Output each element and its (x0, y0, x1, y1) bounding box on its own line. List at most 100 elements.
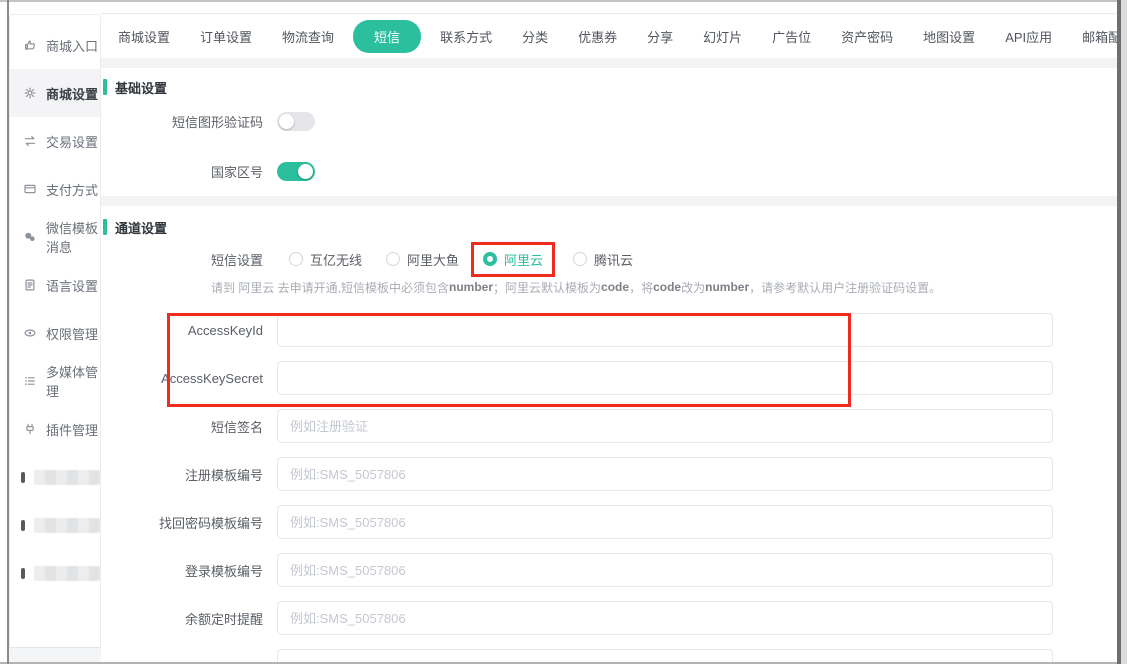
access-key-id-input[interactable] (277, 313, 1053, 347)
sidebar-item-label: 交易设置 (46, 132, 98, 151)
radio-aliyun[interactable]: 阿里云 (471, 242, 555, 277)
sidebar-item-label: 微信模板消息 (46, 218, 100, 256)
language-doc-icon (23, 278, 37, 292)
radio-option-label: 互亿无线 (310, 250, 362, 269)
tab-8[interactable]: 幻灯片 (688, 20, 757, 53)
tab-9[interactable]: 广告位 (757, 20, 826, 53)
sidebar-item-1[interactable]: 商城设置 (10, 69, 100, 117)
field-row-1: AccessKeySecret (101, 354, 1127, 402)
field-label: 短信签名 (101, 417, 277, 436)
tab-11[interactable]: 地图设置 (908, 20, 990, 53)
field-row-4: 找回密码模板编号 (101, 498, 1127, 546)
field-row-6: 余额定时提醒 (101, 594, 1127, 642)
radio-circle (573, 252, 587, 266)
radio-circle (483, 252, 497, 266)
field-row-3: 注册模板编号 (101, 450, 1127, 498)
sidebar-item-3[interactable]: 支付方式 (10, 165, 100, 213)
window-border-left (7, 0, 9, 664)
field-row-5: 登录模板编号 (101, 546, 1127, 594)
sms-image-captcha-toggle[interactable] (277, 112, 315, 131)
tab-3-active[interactable]: 短信 (353, 20, 421, 53)
sidebar: 商城入口商城设置交易设置支付方式微信模板消息语言设置权限管理多媒体管理插件管理 (9, 14, 101, 648)
tab-1[interactable]: 订单设置 (185, 20, 267, 53)
app-window: 商城入口商城设置交易设置支付方式微信模板消息语言设置权限管理多媒体管理插件管理 … (0, 0, 1127, 664)
tab-12[interactable]: API应用 (990, 20, 1067, 53)
main-content: 商城设置订单设置物流查询短信联系方式分类优惠券分享幻灯片广告位资产密码地图设置A… (101, 13, 1127, 664)
toggle-row-1: 国家区号 (101, 146, 1127, 196)
radio-ali-dayu[interactable]: 阿里大鱼 (374, 242, 471, 277)
storefront-entry-icon (23, 38, 37, 52)
field-row-2: 短信签名 (101, 402, 1127, 450)
reset-password-template-input[interactable] (277, 505, 1053, 539)
tab-10[interactable]: 资产密码 (826, 20, 908, 53)
provider-help-text: 请到 阿里云 去申请开通,短信模板中必须包含number；阿里云默认模板为cod… (101, 276, 1127, 298)
radio-option-label: 阿里云 (504, 250, 543, 269)
separator-band (101, 58, 1127, 68)
sidebar-item-label: 权限管理 (46, 324, 98, 343)
sidebar-item-label: 商城入口 (46, 36, 98, 55)
sidebar-item-11[interactable] (10, 549, 100, 597)
field-label: 注册模板编号 (101, 465, 277, 484)
separator-band (101, 196, 1127, 206)
help-segment: number (449, 280, 493, 294)
sidebar-item-label: 支付方式 (46, 180, 98, 199)
basic-section-title: 基础设置 (103, 78, 1127, 96)
redacted-icon (21, 472, 25, 483)
sidebar-item-8[interactable]: 插件管理 (10, 405, 100, 453)
sidebar-item-5[interactable]: 语言设置 (10, 261, 100, 309)
sidebar-item-label: 多媒体管理 (46, 362, 100, 400)
radio-huyi-wuxian[interactable]: 互亿无线 (277, 242, 374, 277)
radio-circle (386, 252, 400, 266)
toggle-row-0: 短信图形验证码 (101, 96, 1127, 146)
tab-0[interactable]: 商城设置 (103, 20, 185, 53)
tab-4[interactable]: 联系方式 (425, 20, 507, 53)
tab-6[interactable]: 优惠券 (563, 20, 632, 53)
gear-icon (23, 86, 37, 100)
sms-provider-label: 短信设置 (101, 250, 277, 269)
radio-circle (289, 252, 303, 266)
access-key-secret-input[interactable] (277, 361, 1053, 395)
help-segment: 改为 (681, 279, 705, 296)
field-label: AccessKeySecret (101, 371, 277, 386)
sms-signature-input[interactable] (277, 409, 1053, 443)
balance-reminder-input[interactable] (277, 601, 1053, 635)
sidebar-item-7[interactable]: 多媒体管理 (10, 357, 100, 405)
window-border-top (0, 0, 1127, 2)
login-template-input[interactable] (277, 553, 1053, 587)
help-segment: ，将 (629, 279, 653, 296)
register-template-input[interactable] (277, 457, 1053, 491)
tab-5[interactable]: 分类 (507, 20, 563, 53)
help-segment: code (601, 280, 629, 294)
sidebar-item-9[interactable] (10, 453, 100, 501)
radio-option-label: 腾讯云 (594, 250, 633, 269)
redacted-icon (21, 568, 25, 579)
country-code-toggle[interactable] (277, 162, 315, 181)
basic-settings-section: 基础设置 短信图形验证码国家区号 (101, 68, 1127, 196)
eye-icon (23, 326, 37, 340)
field-label: 找回密码模板编号 (101, 513, 277, 532)
channel-section-title: 通道设置 (103, 218, 1127, 236)
redacted-label (34, 470, 100, 485)
field-label: 登录模板编号 (101, 561, 277, 580)
sidebar-item-6[interactable]: 权限管理 (10, 309, 100, 357)
toggle-label: 短信图形验证码 (101, 112, 277, 131)
sidebar-item-label: 商城设置 (46, 84, 98, 103)
sidebar-item-2[interactable]: 交易设置 (10, 117, 100, 165)
sidebar-item-label: 语言设置 (46, 276, 98, 295)
credit-card-icon (23, 182, 37, 196)
sidebar-item-10[interactable] (10, 501, 100, 549)
sidebar-item-label: 插件管理 (46, 420, 98, 439)
field-label: 余额定时提醒 (101, 609, 277, 628)
sidebar-item-4[interactable]: 微信模板消息 (10, 213, 100, 261)
radio-tencent-cloud[interactable]: 腾讯云 (561, 242, 645, 277)
radio-option-label: 阿里大鱼 (407, 250, 459, 269)
tab-2[interactable]: 物流查询 (267, 20, 349, 53)
wechat-bubbles-icon (23, 230, 37, 244)
media-list-icon (23, 374, 37, 388)
help-segment: 请到 阿里云 去申请开通,短信模板中必须包含 (211, 279, 449, 296)
help-segment: code (653, 280, 681, 294)
help-segment: number (705, 280, 749, 294)
redacted-label (34, 518, 100, 533)
tab-7[interactable]: 分享 (632, 20, 688, 53)
sidebar-item-0[interactable]: 商城入口 (10, 21, 100, 69)
